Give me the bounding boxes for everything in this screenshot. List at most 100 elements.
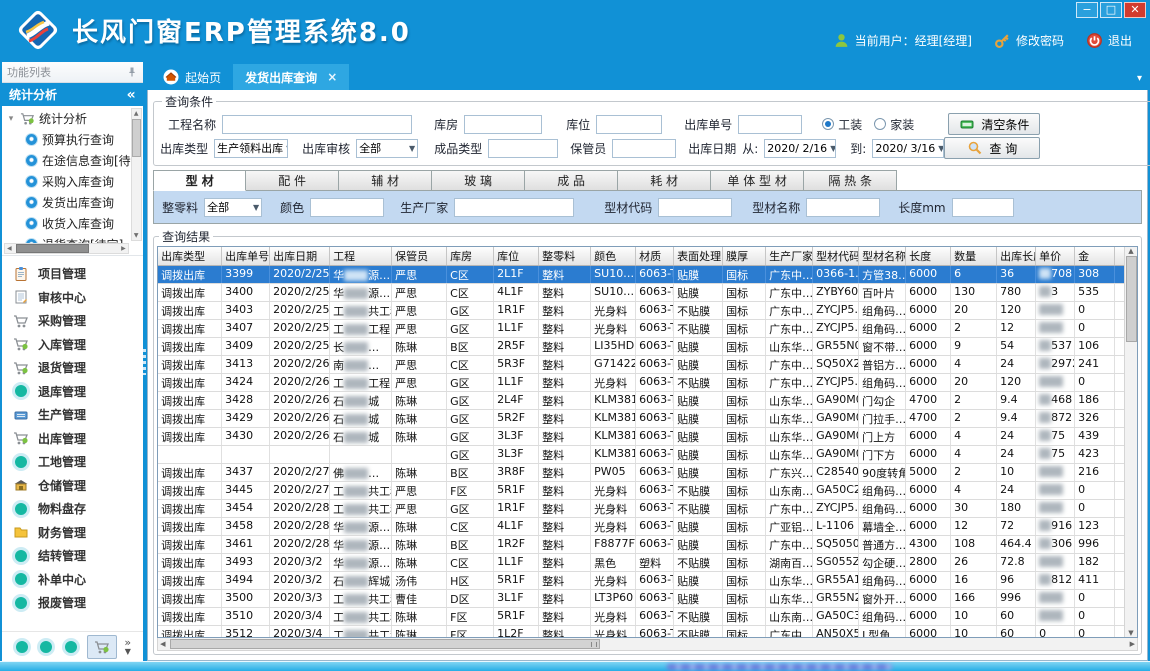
radio-home-icon[interactable] [874,118,886,130]
tree-root[interactable]: ▾ 统计分析 [6,108,131,129]
sidebar-module-machine[interactable]: 生产管理 [12,403,143,427]
table-row[interactable]: 调拨出库34132020/2/26南…严思C区5R3F整料G714226063-… [158,356,1124,374]
scroll-up-icon[interactable]: ▲ [1128,247,1133,255]
circle-icon[interactable] [38,638,55,655]
maximize-button[interactable]: □ [1100,2,1122,18]
table-row[interactable]: 调拨出库34932020/3/2华源…陈琳C区1L1F整料黑色塑料不贴膜国标湖南… [158,554,1124,572]
product-type-input[interactable] [488,139,558,158]
column-header[interactable]: 工程 [330,247,392,265]
column-header[interactable]: 长度 [906,247,951,265]
sidebar-module-warehouse[interactable]: 仓储管理 [12,474,143,498]
radio-home[interactable]: 家装 [874,116,914,133]
dock-cart-button[interactable] [87,635,117,659]
column-header[interactable]: 出库单号 [222,247,270,265]
column-header[interactable]: 生产厂家 [766,247,813,265]
warehouse-input[interactable] [464,115,542,134]
table-row[interactable]: 调拨出库34372020/2/27佛…陈琳B区3R8F整料PW056063-T5… [158,464,1124,482]
scroll-down-icon[interactable]: ▼ [1128,629,1133,637]
scroll-up-icon[interactable]: ▲ [132,109,141,118]
column-header[interactable]: 材质 [636,247,674,265]
circle-icon[interactable] [13,638,30,655]
material-tab-8[interactable]: 隔 热 条 [804,170,897,191]
scroll-thumb[interactable] [132,119,141,157]
column-header[interactable]: 表面处理 [674,247,723,265]
column-header[interactable]: 出库长度 [997,247,1036,265]
table-row[interactable]: 调拨出库34032020/2/25工共工程严思G区1R1F整料光身料6063-T… [158,302,1124,320]
table-row[interactable]: 调拨出库33992020/2/25华源…严思C区2L1F整料SU10…6063-… [158,266,1124,284]
keeper-input[interactable] [612,139,676,158]
table-row[interactable]: G区3L3F整料KLM38176063-T5贴膜国标山东华…GA90M09…门下… [158,446,1124,464]
search-button[interactable]: 查 询 [944,137,1040,159]
column-header[interactable]: 颜色 [591,247,636,265]
color-input[interactable] [310,198,384,217]
grid-horizontal-scrollbar[interactable]: ◀ ▶ [157,638,1138,651]
profile-code-input[interactable] [658,198,732,217]
circle-icon[interactable] [62,638,79,655]
tabstrip-dropdown-icon[interactable]: ▾ [1137,73,1142,84]
tree-expander-icon[interactable]: ▾ [6,114,16,124]
sidebar-module-cart-green[interactable]: 出库管理 [12,427,143,451]
column-header[interactable]: 型材代码 [813,247,859,265]
column-header[interactable]: 膜厚 [723,247,766,265]
location-input[interactable] [596,115,662,134]
table-row[interactable]: 调拨出库34072020/2/25工工程严思G区1L1F整料光身料6063-T5… [158,320,1124,338]
order-no-input[interactable] [738,115,802,134]
logout-link[interactable]: 退出 [1086,32,1132,49]
table-row[interactable]: 调拨出库34292020/2/26石城陈琳G区5R2F整料KLM38176063… [158,410,1124,428]
column-header[interactable]: 数量 [951,247,997,265]
column-header[interactable]: 整零料 [539,247,591,265]
sidebar-module-circle[interactable]: 结转管理 [12,544,143,568]
tab-shipment-query[interactable]: 发货出库查询 × [233,64,349,90]
table-row[interactable]: 调拨出库35002020/3/3工共工程曹佳D区3L1F整料LT3P606063… [158,590,1124,608]
scroll-right-icon[interactable]: ▶ [1128,639,1137,649]
sidebar-panel-header[interactable]: 统计分析 « [2,83,143,106]
column-header[interactable]: 出库类型 [158,247,222,265]
tree-item[interactable]: 采购入库查询 [6,171,131,192]
sidebar-module-circle[interactable]: 补单中心 [12,568,143,592]
sidebar-module-circle[interactable]: 报废管理 [12,591,143,615]
scroll-thumb[interactable] [1126,256,1137,342]
material-tab-3[interactable]: 辅 材 [339,170,432,191]
material-tab-1[interactable]: 型 材 [153,170,246,191]
column-header[interactable]: 出库日期 [270,247,330,265]
table-row[interactable]: 调拨出库34612020/2/28华源…陈琳B区1R2F整料F8877FT606… [158,536,1124,554]
material-tab-7[interactable]: 单 体 型 材 [711,170,804,191]
project-name-input[interactable] [222,115,412,134]
table-row[interactable]: 调拨出库34282020/2/26石城陈琳G区2L4F整料KLM38176063… [158,392,1124,410]
scroll-left-icon[interactable]: ◀ [5,244,14,253]
pin-icon[interactable] [126,66,138,78]
scroll-left-icon[interactable]: ◀ [158,639,167,649]
table-row[interactable]: 调拨出库35122020/3/4工共工程陈琳F区1L2F整料光身料6063-T5… [158,626,1124,637]
tab-close-icon[interactable]: × [327,70,337,84]
table-row[interactable]: 调拨出库35102020/3/4工共工程陈琳F区5R1F整料光身料6063-T5… [158,608,1124,626]
sidebar-module-notepad[interactable]: 审核中心 [12,286,143,310]
sidebar-module-circle[interactable]: 物料盘存 [12,497,143,521]
material-tab-5[interactable]: 成 品 [525,170,618,191]
tree-item[interactable]: 预算执行查询 [6,129,131,150]
tree-item[interactable]: 发货出库查询 [6,192,131,213]
scroll-down-icon[interactable]: ▼ [132,231,141,240]
tree-vertical-scrollbar[interactable]: ▲ ▼ [131,108,142,241]
radio-industrial[interactable]: 工装 [822,116,862,133]
date-to-picker[interactable]: 2020/ 3/16 ▼ [872,139,944,158]
clear-conditions-button[interactable]: 清空条件 [948,113,1040,135]
column-header[interactable]: 库房 [447,247,494,265]
tree-item[interactable]: 收货入库查询 [6,213,131,234]
grid-vertical-scrollbar[interactable]: ▲ ▼ [1124,247,1137,637]
tree-item[interactable]: 退库管理[待定] [6,255,131,256]
scroll-thumb[interactable] [16,244,90,253]
overflow-chevron-icon[interactable]: »▼ [124,638,131,656]
table-row[interactable]: 调拨出库34452020/2/27工共工程严思F区5R1F整料光身料6063-T… [158,482,1124,500]
close-button[interactable]: ✕ [1124,2,1146,18]
sidebar-module-circle[interactable]: 工地管理 [12,450,143,474]
sidebar-module-cart-green[interactable]: 退货管理 [12,356,143,380]
table-row[interactable]: 调拨出库34002020/2/25华源…严思C区4L1F整料SU10…6063-… [158,284,1124,302]
tree-horizontal-scrollbar[interactable]: ◀ ▶ [4,243,129,254]
profile-name-input[interactable] [806,198,880,217]
column-header[interactable]: 型材名称 [859,247,906,265]
table-row[interactable]: 调拨出库34242020/2/26工工程严思G区1L1F整料光身料6063-T5… [158,374,1124,392]
length-input[interactable] [952,198,1014,217]
table-row[interactable]: 调拨出库34302020/2/26石城陈琳G区3L3F整料KLM38176063… [158,428,1124,446]
change-password-link[interactable]: 修改密码 [994,32,1064,49]
collapse-icon[interactable]: « [127,87,136,103]
